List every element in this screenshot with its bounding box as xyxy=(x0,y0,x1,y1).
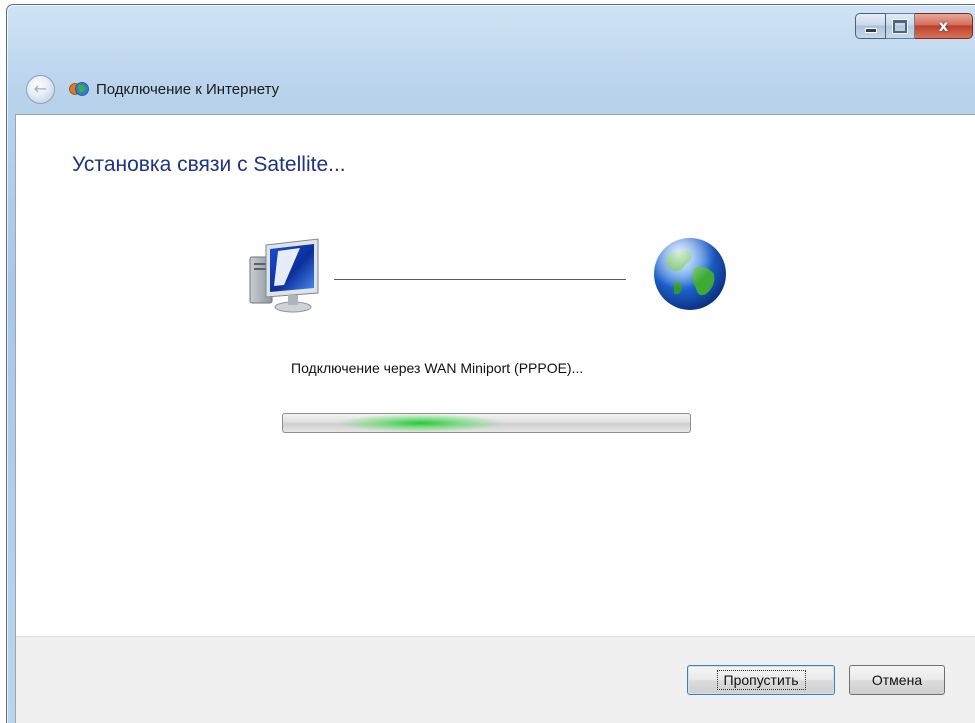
back-button[interactable]: ← xyxy=(26,74,55,104)
progress-indicator xyxy=(338,414,503,432)
progress-bar xyxy=(282,413,691,433)
close-icon: x xyxy=(938,17,949,35)
close-button[interactable]: x xyxy=(915,13,973,39)
dialog-window: x ← Подключение к Интернету Установка св… xyxy=(6,4,975,723)
cancel-button[interactable]: Отмена xyxy=(849,665,945,695)
window-title: Подключение к Интернету xyxy=(96,80,280,98)
minimize-icon xyxy=(864,27,877,33)
status-text: Подключение через WAN Miniport (PPPOE)..… xyxy=(291,360,584,376)
connection-line xyxy=(334,279,626,280)
skip-button[interactable]: Пропустить xyxy=(687,665,835,695)
computer-icon xyxy=(249,238,319,313)
network-globe-icon xyxy=(69,82,89,96)
skip-button-label: Пропустить xyxy=(716,670,806,690)
content-panel: Установка связи с Satellite... Подключен… xyxy=(15,114,975,723)
back-arrow-icon: ← xyxy=(33,79,48,98)
globe-icon xyxy=(654,238,726,310)
title-bar[interactable]: x xyxy=(7,5,975,61)
maximize-icon xyxy=(893,19,907,33)
maximize-button[interactable] xyxy=(886,13,915,39)
footer-bar: Пропустить Отмена xyxy=(16,636,975,723)
page-heading: Установка связи с Satellite... xyxy=(72,153,346,176)
minimize-button[interactable] xyxy=(855,13,886,39)
caption-buttons: x xyxy=(855,13,973,41)
nav-bar: ← Подключение к Интернету xyxy=(7,65,975,113)
